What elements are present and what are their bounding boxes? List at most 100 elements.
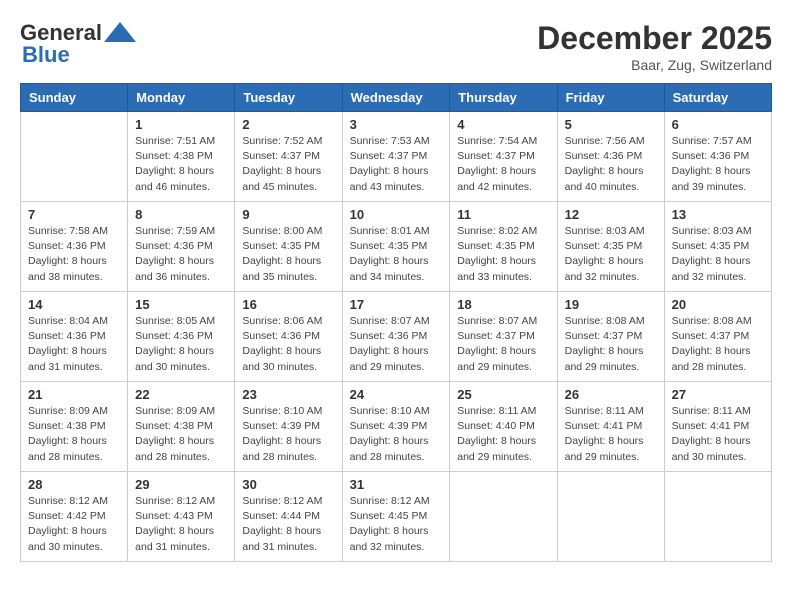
day-number: 19 — [565, 297, 657, 312]
day-number: 21 — [28, 387, 120, 402]
day-number: 3 — [350, 117, 443, 132]
day-info: Sunrise: 7:53 AM Sunset: 4:37 PM Dayligh… — [350, 134, 443, 195]
day-cell-11: 11 Sunrise: 8:02 AM Sunset: 4:35 PM Dayli… — [450, 202, 557, 292]
day-number: 22 — [135, 387, 227, 402]
weekday-header-sunday: Sunday — [21, 84, 128, 112]
day-info: Sunrise: 8:08 AM Sunset: 4:37 PM Dayligh… — [672, 314, 764, 375]
day-info: Sunrise: 8:12 AM Sunset: 4:43 PM Dayligh… — [135, 494, 227, 555]
day-cell-20: 20 Sunrise: 8:08 AM Sunset: 4:37 PM Dayli… — [664, 292, 771, 382]
day-info: Sunrise: 8:08 AM Sunset: 4:37 PM Dayligh… — [565, 314, 657, 375]
day-number: 14 — [28, 297, 120, 312]
day-number: 4 — [457, 117, 549, 132]
day-info: Sunrise: 8:01 AM Sunset: 4:35 PM Dayligh… — [350, 224, 443, 285]
title-area: December 2025 Baar, Zug, Switzerland — [537, 20, 772, 73]
week-row-2: 7 Sunrise: 7:58 AM Sunset: 4:36 PM Daylig… — [21, 202, 772, 292]
day-cell-1: 1 Sunrise: 7:51 AM Sunset: 4:38 PM Daylig… — [128, 112, 235, 202]
day-number: 29 — [135, 477, 227, 492]
day-number: 17 — [350, 297, 443, 312]
day-number: 7 — [28, 207, 120, 222]
day-info: Sunrise: 7:58 AM Sunset: 4:36 PM Dayligh… — [28, 224, 120, 285]
day-info: Sunrise: 8:11 AM Sunset: 4:40 PM Dayligh… — [457, 404, 549, 465]
day-cell-4: 4 Sunrise: 7:54 AM Sunset: 4:37 PM Daylig… — [450, 112, 557, 202]
empty-cell — [664, 472, 771, 562]
day-info: Sunrise: 7:57 AM Sunset: 4:36 PM Dayligh… — [672, 134, 764, 195]
logo-blue: Blue — [22, 42, 70, 68]
day-number: 13 — [672, 207, 764, 222]
day-cell-13: 13Sunrise: 8:03 AM Sunset: 4:35 PM Dayli… — [664, 202, 771, 292]
week-row-4: 21 Sunrise: 8:09 AM Sunset: 4:38 PM Dayli… — [21, 382, 772, 472]
weekday-header-tuesday: Tuesday — [235, 84, 342, 112]
page-header: General Blue December 2025 Baar, Zug, Sw… — [20, 20, 772, 73]
day-number: 28 — [28, 477, 120, 492]
day-cell-22: 22 Sunrise: 8:09 AM Sunset: 4:38 PM Dayli… — [128, 382, 235, 472]
day-number: 16 — [242, 297, 334, 312]
day-info: Sunrise: 8:12 AM Sunset: 4:45 PM Dayligh… — [350, 494, 443, 555]
weekday-header-thursday: Thursday — [450, 84, 557, 112]
weekday-header-row: SundayMondayTuesdayWednesdayThursdayFrid… — [21, 84, 772, 112]
day-info: Sunrise: 8:02 AM Sunset: 4:35 PM Dayligh… — [457, 224, 549, 285]
day-number: 20 — [672, 297, 764, 312]
day-cell-27: 27 Sunrise: 8:11 AM Sunset: 4:41 PM Dayli… — [664, 382, 771, 472]
day-cell-24: 24 Sunrise: 8:10 AM Sunset: 4:39 PM Dayli… — [342, 382, 450, 472]
day-info: Sunrise: 7:59 AM Sunset: 4:36 PM Dayligh… — [135, 224, 227, 285]
day-number: 31 — [350, 477, 443, 492]
day-number: 1 — [135, 117, 227, 132]
day-number: 5 — [565, 117, 657, 132]
day-number: 15 — [135, 297, 227, 312]
day-cell-2: 2 Sunrise: 7:52 AM Sunset: 4:37 PM Daylig… — [235, 112, 342, 202]
day-number: 6 — [672, 117, 764, 132]
day-info: Sunrise: 7:51 AM Sunset: 4:38 PM Dayligh… — [135, 134, 227, 195]
day-cell-31: 31 Sunrise: 8:12 AM Sunset: 4:45 PM Dayli… — [342, 472, 450, 562]
day-cell-12: 12 Sunrise: 8:03 AM Sunset: 4:35 PM Dayli… — [557, 202, 664, 292]
day-cell-18: 18 Sunrise: 8:07 AM Sunset: 4:37 PM Dayli… — [450, 292, 557, 382]
day-info: Sunrise: 8:10 AM Sunset: 4:39 PM Dayligh… — [242, 404, 334, 465]
day-info: Sunrise: 8:11 AM Sunset: 4:41 PM Dayligh… — [672, 404, 764, 465]
week-row-3: 14 Sunrise: 8:04 AM Sunset: 4:36 PM Dayli… — [21, 292, 772, 382]
week-row-5: 28Sunrise: 8:12 AM Sunset: 4:42 PM Dayli… — [21, 472, 772, 562]
day-cell-8: 8Sunrise: 7:59 AM Sunset: 4:36 PM Daylig… — [128, 202, 235, 292]
day-number: 23 — [242, 387, 334, 402]
calendar-table: SundayMondayTuesdayWednesdayThursdayFrid… — [20, 83, 772, 562]
day-cell-26: 26 Sunrise: 8:11 AM Sunset: 4:41 PM Dayli… — [557, 382, 664, 472]
day-number: 27 — [672, 387, 764, 402]
day-cell-10: 10Sunrise: 8:01 AM Sunset: 4:35 PM Dayli… — [342, 202, 450, 292]
day-info: Sunrise: 8:07 AM Sunset: 4:36 PM Dayligh… — [350, 314, 443, 375]
day-info: Sunrise: 8:00 AM Sunset: 4:35 PM Dayligh… — [242, 224, 334, 285]
weekday-header-wednesday: Wednesday — [342, 84, 450, 112]
empty-cell — [557, 472, 664, 562]
day-info: Sunrise: 8:12 AM Sunset: 4:44 PM Dayligh… — [242, 494, 334, 555]
day-info: Sunrise: 8:10 AM Sunset: 4:39 PM Dayligh… — [350, 404, 443, 465]
day-info: Sunrise: 8:04 AM Sunset: 4:36 PM Dayligh… — [28, 314, 120, 375]
day-info: Sunrise: 7:52 AM Sunset: 4:37 PM Dayligh… — [242, 134, 334, 195]
day-number: 25 — [457, 387, 549, 402]
day-number: 24 — [350, 387, 443, 402]
day-cell-16: 16Sunrise: 8:06 AM Sunset: 4:36 PM Dayli… — [235, 292, 342, 382]
day-cell-3: 3 Sunrise: 7:53 AM Sunset: 4:37 PM Daylig… — [342, 112, 450, 202]
day-number: 26 — [565, 387, 657, 402]
day-number: 30 — [242, 477, 334, 492]
day-info: Sunrise: 8:05 AM Sunset: 4:36 PM Dayligh… — [135, 314, 227, 375]
logo: General Blue — [20, 20, 136, 68]
day-cell-17: 17 Sunrise: 8:07 AM Sunset: 4:36 PM Dayli… — [342, 292, 450, 382]
day-cell-5: 5Sunrise: 7:56 AM Sunset: 4:36 PM Daylig… — [557, 112, 664, 202]
day-info: Sunrise: 8:03 AM Sunset: 4:35 PM Dayligh… — [565, 224, 657, 285]
day-info: Sunrise: 8:07 AM Sunset: 4:37 PM Dayligh… — [457, 314, 549, 375]
day-info: Sunrise: 7:54 AM Sunset: 4:37 PM Dayligh… — [457, 134, 549, 195]
day-cell-14: 14 Sunrise: 8:04 AM Sunset: 4:36 PM Dayli… — [21, 292, 128, 382]
logo-icon — [104, 22, 136, 42]
day-number: 18 — [457, 297, 549, 312]
day-cell-21: 21Sunrise: 8:09 AM Sunset: 4:38 PM Dayli… — [21, 382, 128, 472]
day-number: 11 — [457, 207, 549, 222]
day-info: Sunrise: 8:09 AM Sunset: 4:38 PM Dayligh… — [135, 404, 227, 465]
day-cell-7: 7 Sunrise: 7:58 AM Sunset: 4:36 PM Daylig… — [21, 202, 128, 292]
empty-cell — [450, 472, 557, 562]
day-cell-25: 25 Sunrise: 8:11 AM Sunset: 4:40 PM Dayli… — [450, 382, 557, 472]
day-cell-9: 9Sunrise: 8:00 AM Sunset: 4:35 PM Daylig… — [235, 202, 342, 292]
day-number: 2 — [242, 117, 334, 132]
day-number: 12 — [565, 207, 657, 222]
day-info: Sunrise: 8:11 AM Sunset: 4:41 PM Dayligh… — [565, 404, 657, 465]
day-cell-6: 6 Sunrise: 7:57 AM Sunset: 4:36 PM Daylig… — [664, 112, 771, 202]
empty-cell — [21, 112, 128, 202]
weekday-header-saturday: Saturday — [664, 84, 771, 112]
weekday-header-friday: Friday — [557, 84, 664, 112]
